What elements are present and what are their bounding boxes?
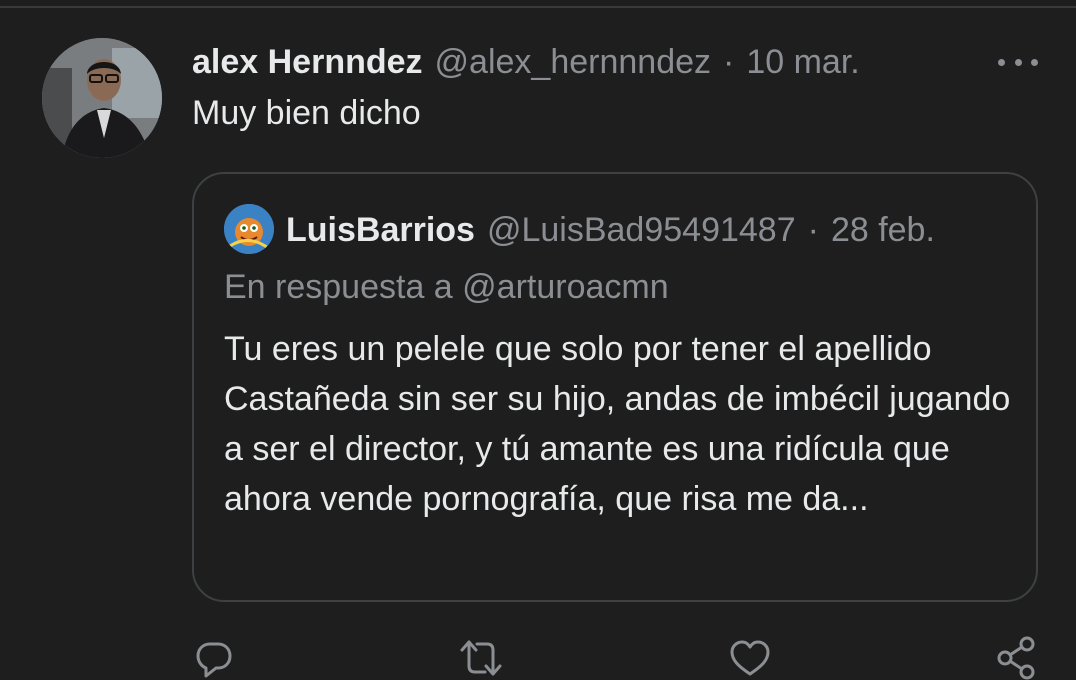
author-avatar[interactable]	[42, 38, 162, 158]
quoted-author-name[interactable]: LuisBarrios	[286, 211, 475, 250]
reply-context: En respuesta a @arturoacmn	[224, 268, 669, 306]
tweet: alex Hernndez @alex_hernnndez · 10 mar. …	[0, 0, 1076, 680]
author-handle[interactable]: @alex_hernnndez	[435, 43, 711, 82]
tweet-header: alex Hernndez @alex_hernnndez · 10 mar.	[192, 40, 860, 84]
meta-separator: ·	[723, 42, 735, 81]
quoted-tweet-header: LuisBarrios @LuisBad95491487 · 28 feb.	[286, 208, 935, 252]
author-name[interactable]: alex Hernndez	[192, 43, 423, 82]
quoted-tweet-date[interactable]: 28 feb.	[831, 211, 935, 250]
quoted-author-avatar[interactable]	[224, 204, 274, 254]
more-options-icon[interactable]	[998, 50, 1038, 74]
retweet-icon[interactable]	[459, 636, 503, 680]
quoted-author-handle[interactable]: @LuisBad95491487	[487, 211, 796, 250]
reply-icon[interactable]	[192, 636, 236, 680]
share-icon[interactable]	[995, 636, 1039, 680]
like-icon[interactable]	[728, 636, 772, 680]
quoted-meta-separator: ·	[807, 210, 819, 249]
quoted-tweet[interactable]: LuisBarrios @LuisBad95491487 · 28 feb. E…	[192, 172, 1038, 602]
tweet-date[interactable]: 10 mar.	[746, 43, 859, 82]
tweet-text: Muy bien dicho	[192, 94, 421, 132]
quoted-tweet-text: Tu eres un pelele que solo por tener el …	[224, 330, 1011, 518]
